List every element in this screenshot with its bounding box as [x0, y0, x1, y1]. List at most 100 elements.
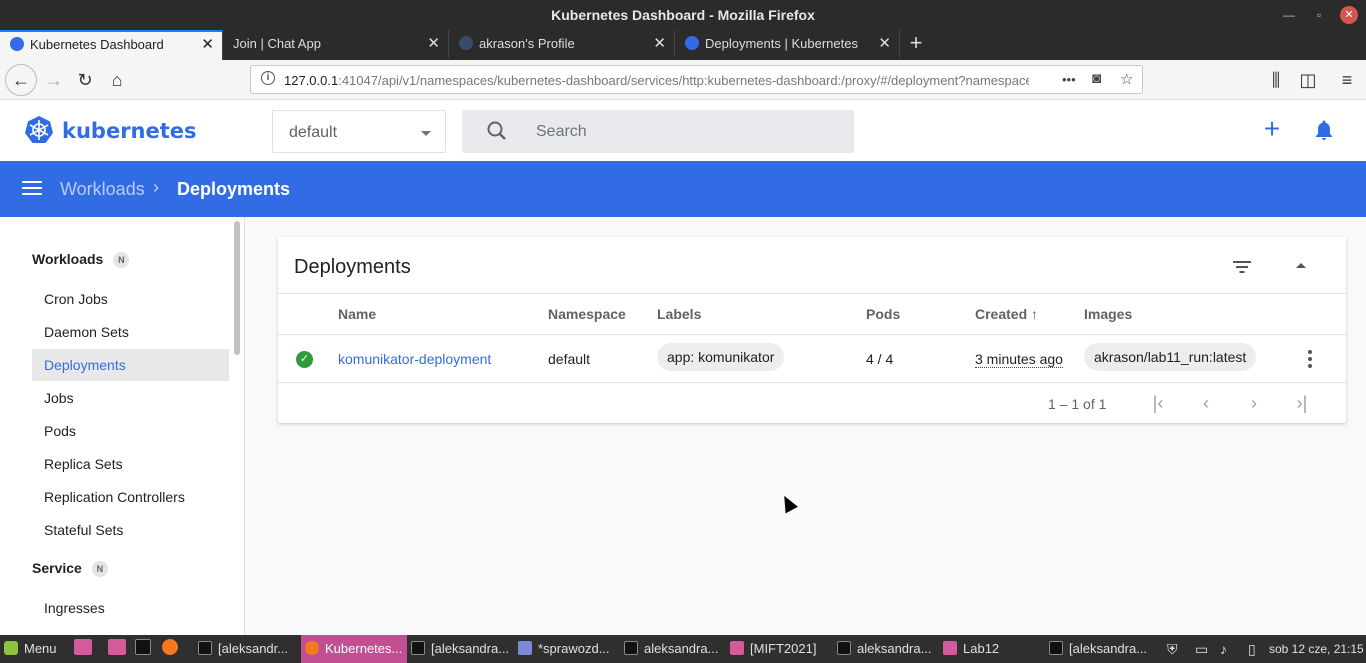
tab-label: akrason's Profile	[479, 36, 575, 51]
search-input[interactable]: Search	[462, 110, 854, 153]
taskbar-window-terminal-3[interactable]: aleksandra...	[624, 635, 718, 663]
sidebar-item-ingresses[interactable]: Ingresses	[32, 592, 229, 624]
first-page-icon[interactable]: |‹	[1146, 392, 1170, 416]
deployment-name-link[interactable]: komunikator-deployment	[338, 351, 491, 367]
back-button[interactable]: ←	[5, 64, 37, 96]
notifications-bell-icon[interactable]	[1312, 118, 1336, 142]
collapse-card-icon[interactable]	[1296, 263, 1306, 268]
taskbar-window-folder-mift[interactable]: [MIFT2021]	[730, 635, 816, 663]
deployment-namespace: default	[548, 351, 591, 367]
bookmark-star-icon[interactable]: ☆	[1120, 70, 1133, 88]
previous-page-icon[interactable]: ‹	[1194, 392, 1218, 416]
tab-label: Kubernetes Dashboard	[30, 37, 164, 52]
sidebar-item-services[interactable]: Services	[32, 625, 229, 635]
page-actions-icon[interactable]: •••	[1062, 72, 1076, 87]
sidebar-item-replica-sets[interactable]: Replica Sets	[32, 448, 229, 480]
deployment-created: 3 minutes ago	[975, 351, 1063, 368]
taskbar-window-firefox[interactable]: Kubernetes...	[301, 635, 407, 663]
volume-tray-icon[interactable]: ♪	[1220, 635, 1227, 663]
sidebar-scrollbar[interactable]	[234, 221, 240, 355]
column-header-created[interactable]: Created ↑	[975, 306, 1038, 322]
tab-profile[interactable]: akrason's Profile ✕	[449, 30, 675, 58]
sidebar-section-workloads[interactable]: Workloads N	[32, 251, 130, 268]
firefox-icon	[305, 641, 319, 655]
terminal-icon	[624, 641, 638, 655]
start-menu-button[interactable]: Menu	[4, 635, 57, 663]
taskbar-window-terminal-1[interactable]: [aleksandr...	[198, 635, 288, 663]
site-favicon-icon	[459, 36, 473, 50]
sidebar-section-service[interactable]: Service N	[32, 560, 108, 577]
network-tray-icon[interactable]: ▭	[1195, 635, 1208, 663]
image-chip: akrason/lab11_run:latest	[1084, 343, 1257, 371]
create-resource-button[interactable]: +	[1260, 115, 1284, 143]
tab-chat-app[interactable]: Join | Chat App ✕	[223, 30, 449, 58]
sidebar-toggle-icon[interactable]: ◫	[1294, 66, 1322, 94]
url-text[interactable]: 127.0.0.1:41047/api/v1/namespaces/kubern…	[284, 73, 1029, 88]
nav-menu-icon[interactable]	[22, 181, 42, 197]
sidebar-item-replication-controllers[interactable]: Replication Controllers	[32, 481, 229, 513]
files-launcher-icon[interactable]	[108, 635, 132, 663]
sidebar-item-jobs[interactable]: Jobs	[32, 382, 229, 414]
url-bar[interactable]: i 127.0.0.1:41047/api/v1/namespaces/kube…	[250, 65, 1143, 94]
row-actions-menu-icon[interactable]	[1308, 350, 1312, 368]
close-tab-icon[interactable]: ✕	[878, 30, 891, 58]
terminal-launcher-icon[interactable]	[135, 635, 157, 663]
kubernetes-logo-icon[interactable]	[24, 115, 54, 145]
filter-icon[interactable]	[1232, 259, 1252, 275]
taskbar-clock[interactable]: sob 12 cze, 21:15	[1269, 635, 1364, 663]
namespace-select[interactable]: default	[272, 110, 446, 153]
column-header-namespace[interactable]: Namespace	[548, 306, 626, 322]
browser-navbar: ← → ↻ ⌂ i 127.0.0.1:41047/api/v1/namespa…	[0, 60, 1366, 100]
taskbar-window-terminal-2[interactable]: [aleksandra...	[411, 635, 509, 663]
tab-label: Deployments | Kubernetes	[705, 36, 858, 51]
taskbar-window-terminal-4[interactable]: aleksandra...	[837, 635, 931, 663]
document-icon	[518, 641, 532, 655]
close-tab-icon[interactable]: ✕	[653, 30, 666, 58]
site-info-icon[interactable]: i	[261, 71, 275, 85]
deployments-card: Deployments Name Namespace Labels Pods C…	[278, 237, 1346, 423]
last-page-icon[interactable]: ›|	[1290, 392, 1314, 416]
close-tab-icon[interactable]: ✕	[201, 32, 214, 58]
pocket-icon[interactable]: ◙	[1092, 70, 1101, 87]
home-button[interactable]: ⌂	[103, 66, 131, 94]
sidebar-item-pods[interactable]: Pods	[32, 415, 229, 447]
table-row: ✓ komunikator-deployment default app: ko…	[278, 334, 1346, 383]
kubernetes-favicon-icon	[685, 36, 699, 50]
app-logo-text[interactable]: kubernetes	[62, 119, 197, 143]
card-title: Deployments	[294, 256, 411, 278]
forward-button[interactable]: →	[40, 66, 68, 94]
minimize-icon[interactable]: —	[1280, 6, 1298, 24]
reload-button[interactable]: ↻	[71, 66, 99, 94]
status-ok-icon: ✓	[296, 351, 313, 368]
label-chip: app: komunikator	[657, 343, 785, 371]
close-window-icon[interactable]: ✕	[1340, 6, 1358, 24]
sidebar-item-daemon-sets[interactable]: Daemon Sets	[32, 316, 229, 348]
tab-kubernetes-dashboard[interactable]: Kubernetes Dashboard ✕	[0, 30, 223, 60]
firefox-launcher-icon[interactable]	[162, 635, 184, 663]
show-desktop-icon[interactable]	[74, 635, 98, 663]
tab-deployments[interactable]: Deployments | Kubernetes ✕	[675, 30, 900, 58]
new-tab-button[interactable]: +	[904, 30, 928, 58]
taskbar-window-terminal-5[interactable]: [aleksandra...	[1049, 635, 1147, 663]
restore-icon[interactable]: ▫	[1310, 6, 1328, 24]
next-page-icon[interactable]: ›	[1242, 392, 1266, 416]
sidebar-item-stateful-sets[interactable]: Stateful Sets	[32, 514, 229, 546]
breadcrumb-workloads[interactable]: Workloads	[60, 179, 145, 200]
divider	[278, 293, 1346, 294]
taskbar-window-document[interactable]: *sprawozd...	[518, 635, 610, 663]
deployment-pods: 4 / 4	[866, 351, 894, 367]
sidebar-item-deployments[interactable]: Deployments	[32, 349, 229, 381]
sidebar-item-cron-jobs[interactable]: Cron Jobs	[32, 283, 229, 315]
column-header-name[interactable]: Name	[338, 306, 376, 322]
close-tab-icon[interactable]: ✕	[427, 30, 440, 58]
library-icon[interactable]: ⫼	[1262, 66, 1290, 94]
window-titlebar: Kubernetes Dashboard - Mozilla Firefox —…	[0, 0, 1366, 30]
shield-tray-icon[interactable]: ⛨	[1167, 635, 1178, 663]
kubernetes-favicon-icon	[10, 37, 24, 51]
battery-tray-icon[interactable]: ▯	[1248, 635, 1256, 663]
browser-menu-icon[interactable]: ≡	[1333, 66, 1361, 94]
tab-label: Join | Chat App	[233, 36, 321, 51]
taskbar-window-folder-lab12[interactable]: Lab12	[943, 635, 999, 663]
column-header-labels: Labels	[657, 306, 702, 322]
sidebar: Workloads N Cron Jobs Daemon Sets Deploym…	[0, 217, 245, 635]
